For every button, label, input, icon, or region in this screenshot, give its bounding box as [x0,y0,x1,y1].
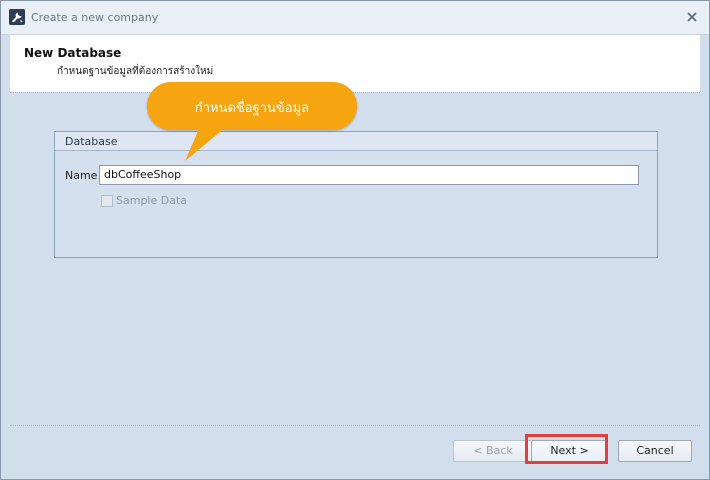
database-group-title: Database [65,135,118,148]
app-tools-icon [9,9,25,25]
sample-data-label: Sample Data [116,194,188,207]
callout-text: กำหนดชื่อฐานข้อมูล [194,101,310,116]
annotation-callout: กำหนดชื่อฐานข้อมูล [147,82,357,161]
page-subtitle: กำหนดฐานข้อมูลที่ต้องการสร้างใหม่ [57,66,214,77]
create-company-window: Create a new company New Database กำหนดฐ… [0,0,710,480]
close-icon[interactable] [685,10,699,24]
cancel-button[interactable]: Cancel [618,440,692,462]
window-title: Create a new company [31,11,159,24]
callout-tail-shape [185,122,227,161]
sample-data-checkbox[interactable] [101,195,113,207]
title-bar: Create a new company [1,1,709,35]
page-title: New Database [24,46,122,60]
footer-divider [10,425,700,427]
back-button[interactable]: < Back [453,440,533,462]
name-label: Name [65,169,98,182]
next-button-highlight [525,434,608,464]
